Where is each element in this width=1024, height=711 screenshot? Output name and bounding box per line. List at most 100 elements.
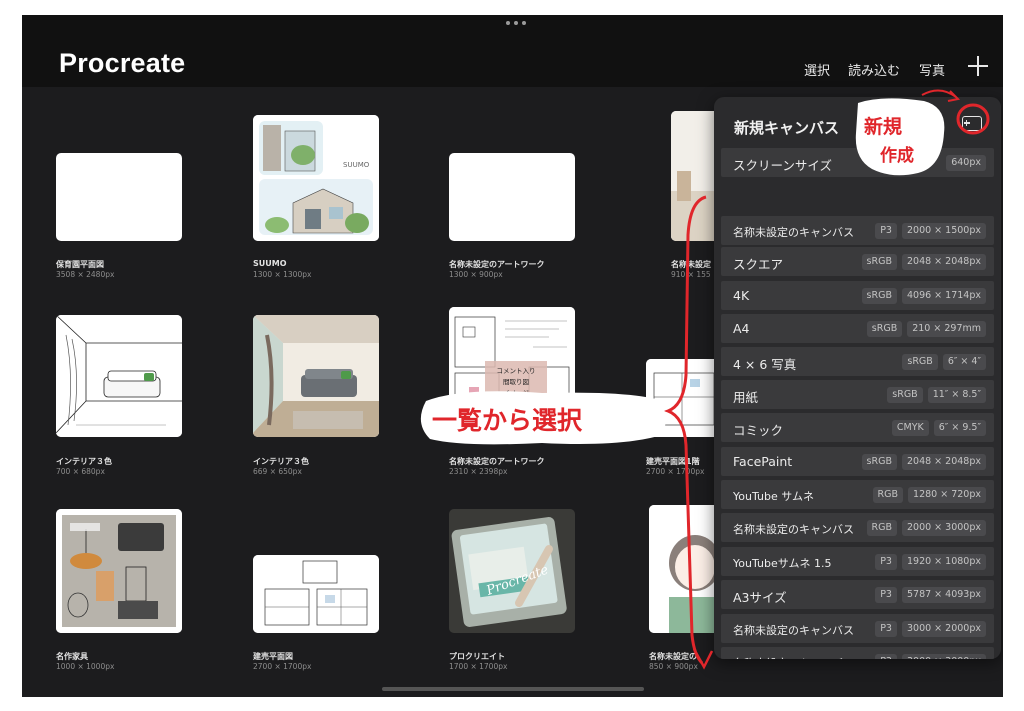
preset-row[interactable]: 用紙 sRGB 11″ × 8.5″ <box>721 380 994 409</box>
preset-dimensions: 6″ × 4″ <box>942 354 986 370</box>
preset-name: スクリーンサイズ <box>733 158 833 173</box>
preset-row[interactable]: スクエア sRGB 2048 × 2048px <box>721 247 994 276</box>
preset-name: YouTube サムネ <box>733 490 815 503</box>
artwork-thumbnail[interactable] <box>56 509 182 633</box>
artwork-title: インテリア３色 <box>253 457 309 466</box>
artwork-title: SUUMO <box>253 259 287 268</box>
artwork-title: プロクリエイト <box>449 652 505 661</box>
preset-color-profile: sRGB <box>887 387 923 403</box>
artwork-thumbnail[interactable] <box>649 505 719 633</box>
popover-title: 新規キャンバス <box>734 119 840 137</box>
artwork-title: インテリア３色 <box>56 457 112 466</box>
room-illustration <box>671 111 719 241</box>
artwork-title: 名称未設定 <box>671 260 711 269</box>
preset-color-profile: sRGB <box>902 354 938 370</box>
preset-dimensions: 2000 × 1500px <box>901 223 986 239</box>
artwork-thumbnail[interactable] <box>56 153 182 241</box>
artwork-thumbnail[interactable] <box>56 315 182 437</box>
preset-color-profile: P3 <box>875 587 897 603</box>
preset-color-profile: sRGB <box>866 321 903 337</box>
preset-row[interactable]: コミック CMYK 6″ × 9.5″ <box>721 413 994 442</box>
preset-color-profile: RGB <box>866 520 897 536</box>
artwork-title: 名作家具 <box>56 652 88 661</box>
preset-row[interactable]: YouTubeサムネ 1.5 P3 1920 × 1080px <box>721 547 994 576</box>
new-canvas-popover: 新規キャンバス スクリーンサイズ 640px 名称未設定のキャンバス P3 2000… <box>714 97 1001 659</box>
procreate-screen: Procreate 選択 読み込む 写真 保育園平面図 3508 × 2480p… <box>22 15 1003 697</box>
preset-row[interactable]: 名称未設定のキャンバス P3 3000 × 2000px <box>721 614 994 643</box>
artwork-size: 850 × 900px <box>649 662 698 671</box>
artwork-size: 910 × 155 <box>671 270 711 279</box>
artwork-thumbnail[interactable] <box>646 359 719 437</box>
artwork-size: 1700 × 1700px <box>449 662 508 671</box>
preset-name: 4K <box>733 288 750 303</box>
suumo-label: SUUMO <box>343 161 370 169</box>
preset-dimensions: 5787 × 4093px <box>901 587 986 603</box>
artwork-thumbnail[interactable] <box>253 555 379 633</box>
preset-row-screen-size[interactable]: スクリーンサイズ 640px <box>721 148 994 177</box>
character-illustration <box>649 505 719 633</box>
artwork-thumbnail[interactable]: Procreate <box>449 509 575 633</box>
preset-row[interactable]: 名称未設定のキャンバス P3 2000 × 1500px <box>721 216 994 245</box>
preset-row[interactable]: 4 × 6 写真 sRGB 6″ × 4″ <box>721 347 994 376</box>
procreate-photo: Procreate <box>449 509 575 633</box>
home-indicator[interactable] <box>382 687 644 691</box>
preset-name: 名称未設定のキャンバス <box>733 523 854 536</box>
artwork-thumbnail[interactable]: SUUMO <box>253 115 379 241</box>
furniture-collage <box>56 509 182 633</box>
preset-row[interactable]: A3サイズ P3 5787 × 4093px <box>721 580 994 609</box>
new-canvas-plus-button[interactable] <box>967 55 989 77</box>
artwork-size: 1000 × 1000px <box>56 662 115 671</box>
artwork-size: 700 × 680px <box>56 467 105 476</box>
preset-color-profile: sRGB <box>861 288 897 304</box>
artwork-size: 2700 × 1700px <box>646 467 705 476</box>
preset-dimensions: 3000 × 2000px <box>901 621 986 637</box>
artwork-title: 名称未設定の <box>649 652 697 661</box>
top-bar: Procreate 選択 読み込む 写真 <box>22 15 1003 87</box>
multitasking-dots-icon[interactable] <box>506 21 526 27</box>
artwork-size: 1300 × 1300px <box>253 270 312 279</box>
artwork-thumbnail[interactable] <box>449 153 575 241</box>
interior-color-illustration <box>253 315 379 437</box>
preset-row[interactable]: A4 sRGB 210 × 297mm <box>721 314 994 343</box>
preset-name: コミック <box>733 423 784 438</box>
preset-row[interactable]: YouTube サムネ RGB 1280 × 720px <box>721 480 994 509</box>
floor-plan-first <box>646 359 719 437</box>
preset-color-profile: RGB <box>872 487 904 503</box>
preset-dimensions: 2048 × 2048px <box>901 454 986 470</box>
preset-dimensions: 3000 × 3000px <box>901 654 986 659</box>
preset-dimensions: 640px <box>946 155 986 171</box>
artwork-size: 1300 × 900px <box>449 270 503 279</box>
floor-plan-drawing <box>253 555 379 633</box>
preset-dimensions: 1920 × 1080px <box>901 554 986 570</box>
preset-name: 名称未設定のキャンバス <box>733 624 854 637</box>
app-title: Procreate <box>59 48 186 78</box>
preset-row[interactable]: 名称未設定のキャンバス RGB 2000 × 3000px <box>721 513 994 542</box>
preset-row[interactable]: 4K sRGB 4096 × 1714px <box>721 281 994 310</box>
new-canvas-icon[interactable] <box>962 116 982 131</box>
preset-row[interactable]: FacePaint sRGB 2048 × 2048px <box>721 447 994 476</box>
preset-name: YouTubeサムネ 1.5 <box>733 557 832 570</box>
artwork-thumbnail[interactable] <box>253 315 379 437</box>
preset-color-profile: CMYK <box>891 420 929 436</box>
preset-name: 名称未設定のキャンバス <box>733 226 854 239</box>
artwork-thumbnail[interactable] <box>671 111 719 241</box>
preset-dimensions: 2048 × 2048px <box>901 254 986 270</box>
preset-name: A4 <box>733 321 750 336</box>
artwork-size: 669 × 650px <box>253 467 302 476</box>
preset-dimensions: 6″ × 9.5″ <box>933 420 986 436</box>
import-button[interactable]: 読み込む <box>848 60 900 79</box>
artwork-size: 2310 × 2398px <box>449 467 508 476</box>
preset-name: スクエア <box>733 257 784 272</box>
preset-color-profile: sRGB <box>861 454 897 470</box>
select-button[interactable]: 選択 <box>804 60 830 79</box>
artwork-title: 建売平面図1階 <box>646 457 700 466</box>
artwork-thumbnail[interactable]: コメント入り間取り図イメージ <box>449 307 575 437</box>
preset-dimensions: 1280 × 720px <box>908 487 986 503</box>
preset-name: 用紙 <box>733 390 759 405</box>
photo-button[interactable]: 写真 <box>919 60 945 79</box>
preset-name: FacePaint <box>733 454 793 469</box>
artwork-title: 保育園平面図 <box>56 260 104 269</box>
preset-color-profile: P3 <box>875 223 897 239</box>
preset-row[interactable]: 名称未設定のキャンバス P3 3000 × 3000px <box>721 647 994 659</box>
artwork-title: 名称未設定のアートワーク <box>449 457 545 466</box>
